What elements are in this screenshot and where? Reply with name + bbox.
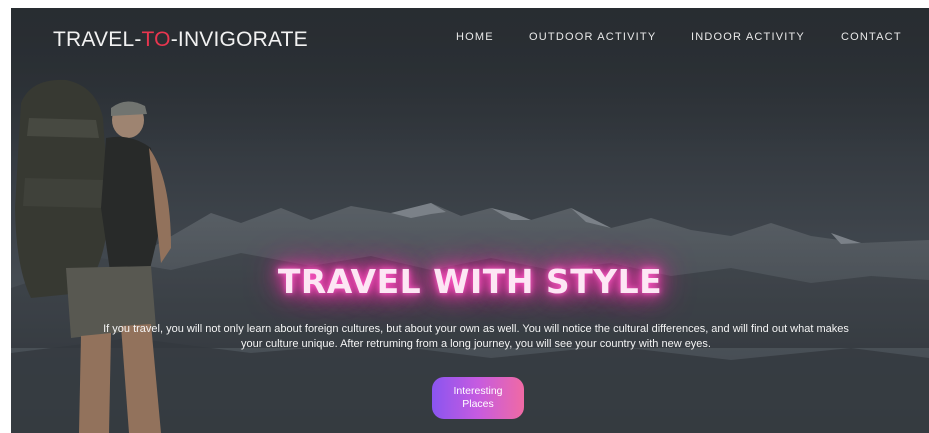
nav-home-link[interactable]: HOME (456, 31, 494, 43)
logo-text-invigorate: -INVIGORATE (170, 28, 308, 51)
site-logo[interactable]: TRAVEL-TO-INVIGORATE (53, 28, 308, 52)
interesting-places-button[interactable]: Interesting Places (432, 377, 524, 419)
hero-paragraph: If you travel, you will not only learn a… (103, 323, 849, 350)
page: TRAVEL-TO-INVIGORATE HOME OUTDOOR ACTIVI… (0, 0, 929, 433)
nav-indoor-activity-link[interactable]: INDOOR ACTIVITY (691, 31, 805, 43)
logo-text-travel: TRAVEL- (53, 28, 142, 51)
nav-outdoor-activity-link[interactable]: OUTDOOR ACTIVITY (529, 31, 656, 43)
hero-headline: TRAVEL WITH STYLE (277, 262, 663, 301)
hero-section: TRAVEL-TO-INVIGORATE HOME OUTDOOR ACTIVI… (11, 8, 929, 433)
nav-contact-link[interactable]: CONTACT (841, 31, 902, 43)
logo-text-to: TO (141, 28, 171, 51)
interesting-places-button-label: Interesting Places (453, 385, 503, 410)
hero-background-image (11, 8, 929, 433)
